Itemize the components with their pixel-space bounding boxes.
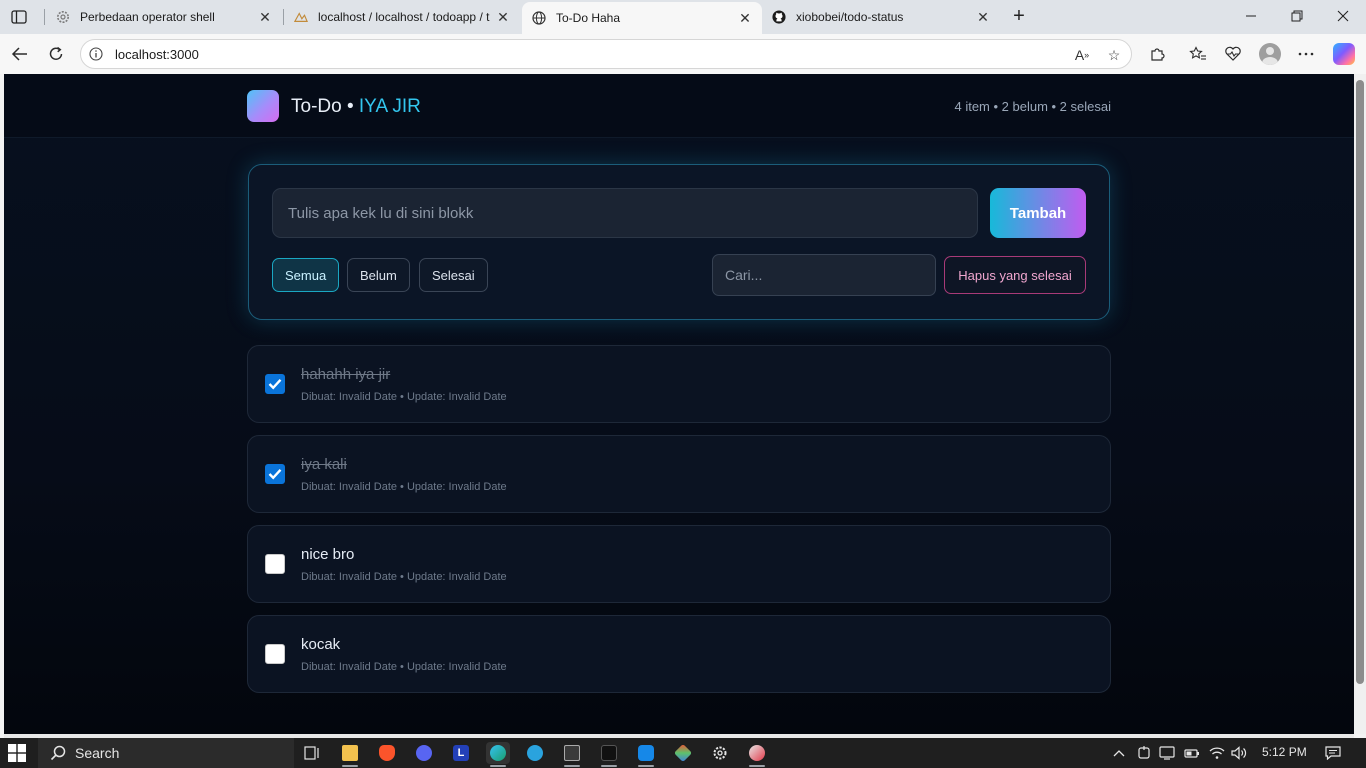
extensions-icon[interactable] [1145,42,1169,66]
profile-avatar[interactable] [1258,42,1282,66]
volume-icon[interactable] [1230,744,1248,762]
todo-title[interactable]: iya kali [301,456,347,473]
todo-checkbox[interactable] [265,554,285,574]
copilot-icon[interactable] [1332,42,1356,66]
taskbar-clock[interactable]: 5:12 PM [1262,745,1307,759]
tab-title: Perbedaan operator shell [80,10,215,24]
site-info-icon[interactable] [89,47,103,61]
todo-checkbox[interactable] [265,644,285,664]
todo-title[interactable]: hahahh iya jir [301,366,390,383]
filter-all-button[interactable]: Semua [272,258,340,292]
settings-gear-icon[interactable] [708,742,732,764]
favorite-star-icon[interactable]: ☆ [1105,46,1123,64]
todo-title[interactable]: kocak [301,636,340,653]
tray-monitor-icon[interactable] [1158,744,1176,762]
git-icon[interactable] [671,742,695,764]
browser-tab-strip: Perbedaan operator shell ✕ localhost / l… [0,0,1366,34]
search-input[interactable] [712,254,936,296]
close-tab-icon[interactable]: ✕ [976,9,990,25]
windows-start-icon[interactable] [8,744,26,762]
taskbar-search-label: Search [75,745,120,761]
refresh-icon[interactable] [44,42,68,66]
discord-icon[interactable] [412,742,436,764]
scrollbar-thumb[interactable] [1356,80,1364,684]
todo-item: hahahh iya jir Dibuat: Invalid Date • Up… [247,345,1111,423]
close-tab-icon[interactable]: ✕ [738,10,752,26]
clear-completed-button[interactable]: Hapus yang selesai [944,256,1086,294]
todo-meta: Dibuat: Invalid Date • Update: Invalid D… [301,391,507,403]
favorites-icon[interactable] [1186,42,1210,66]
launcher-l-icon[interactable]: L [449,742,473,764]
close-tab-icon[interactable]: ✕ [258,9,272,25]
add-todo-button[interactable]: Tambah [990,188,1086,238]
app-title: To-Do • IYA JIR [291,96,421,118]
address-bar[interactable]: localhost:3000 A» ☆ [80,39,1132,69]
tab-actions-icon[interactable] [8,7,30,27]
tab-title: xiobobei/todo-status [796,10,904,24]
browser-tab[interactable]: localhost / localhost / todoapp / t ✕ [284,3,520,31]
app-title-separator: • [341,96,359,117]
browser-tab[interactable]: Perbedaan operator shell ✕ [46,3,282,31]
gear-icon [56,10,70,24]
browser-essentials-icon[interactable] [1221,42,1245,66]
wifi-icon[interactable] [1208,744,1226,762]
close-window-icon[interactable] [1320,0,1366,32]
globe-icon [532,11,546,25]
todo-item: nice bro Dibuat: Invalid Date • Update: … [247,525,1111,603]
url-text: localhost:3000 [115,47,199,62]
app-blue-icon[interactable] [634,742,658,767]
tray-overflow-icon[interactable] [1110,744,1128,762]
browser-toolbar: localhost:3000 A» ☆ [0,34,1366,74]
filter-pending-button[interactable]: Belum [347,258,410,292]
page-scrollbar[interactable] [1354,74,1366,734]
tab-title: localhost / localhost / todoapp / t [318,10,490,24]
filter-done-button[interactable]: Selesai [419,258,488,292]
todo-checkbox[interactable] [265,464,285,484]
todo-item: iya kali Dibuat: Invalid Date • Update: … [247,435,1111,513]
todo-item: kocak Dibuat: Invalid Date • Update: Inv… [247,615,1111,693]
browser-tab[interactable]: xiobobei/todo-status ✕ [762,3,1000,31]
taskbar-search[interactable]: Search [38,738,294,768]
todo-title[interactable]: nice bro [301,546,354,563]
checkmark-icon [268,378,282,390]
tab-title: To-Do Haha [556,11,621,25]
snipping-tool-icon[interactable] [745,742,769,767]
app-header: To-Do • IYA JIR 4 item • 2 belum • 2 sel… [4,74,1354,138]
app-dark-icon[interactable] [597,742,621,767]
browser-tab-active[interactable]: To-Do Haha ✕ [522,2,762,34]
notification-icon[interactable] [1324,744,1342,762]
todo-meta: Dibuat: Invalid Date • Update: Invalid D… [301,481,507,493]
todo-stats: 4 item • 2 belum • 2 selesai [954,99,1111,114]
page-viewport: To-Do • IYA JIR 4 item • 2 belum • 2 sel… [4,74,1354,734]
tray-app-icon[interactable] [1135,744,1153,762]
new-tab-icon[interactable]: + [1008,5,1030,27]
phpmyadmin-icon [294,10,308,24]
close-tab-icon[interactable]: ✕ [496,9,510,25]
todo-meta: Dibuat: Invalid Date • Update: Invalid D… [301,571,507,583]
app-logo [247,90,279,122]
windows-taskbar: Search L 5:12 PM [0,738,1366,768]
search-icon [50,745,66,761]
file-explorer-icon[interactable] [338,742,362,767]
app-title-accent: IYA JIR [358,96,421,117]
terminal-icon[interactable] [560,742,584,767]
minimize-icon[interactable] [1228,0,1274,32]
todo-checkbox[interactable] [265,374,285,394]
battery-icon[interactable] [1183,744,1201,762]
todo-controls-card: Tambah Semua Belum Selesai Hapus yang se… [248,164,1110,320]
task-view-icon[interactable] [300,742,324,764]
brave-icon[interactable] [375,742,399,764]
read-aloud-icon[interactable]: A» [1073,46,1091,64]
new-todo-input[interactable] [272,188,978,238]
checkmark-icon [268,468,282,480]
restore-icon[interactable] [1274,0,1320,32]
more-menu-icon[interactable] [1294,42,1318,66]
todo-meta: Dibuat: Invalid Date • Update: Invalid D… [301,661,507,673]
telegram-icon[interactable] [523,742,547,764]
edge-browser-icon[interactable] [486,742,510,767]
back-icon[interactable] [8,42,32,66]
app-title-text: To-Do [291,96,342,117]
github-icon [772,10,786,24]
